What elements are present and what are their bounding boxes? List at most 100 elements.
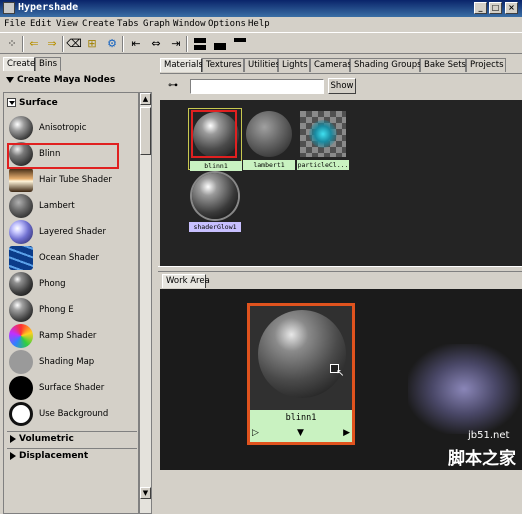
menu-window[interactable]: Window <box>173 19 206 29</box>
cursor-icon: ↖ <box>336 368 345 379</box>
section-volumetric[interactable]: Volumetric <box>7 431 137 444</box>
section-displacement-label: Displacement <box>19 451 89 461</box>
node-label-bar: blinn1 ▷ ▼ ▶ <box>250 410 352 442</box>
hypershade-window: Hypershade _ □ × File Edit View Create T… <box>0 0 522 514</box>
input-connections-icon[interactable]: ⇤ <box>128 36 144 52</box>
menu-graph[interactable]: Graph <box>143 19 170 29</box>
toolbar: ⁘ ⇐ ⇒ ⌫ ⊞ ⚙ ⇤ ⇔ ⇥ <box>0 32 522 54</box>
expand-node-icon[interactable]: ▼ <box>297 428 304 438</box>
toolbar-separator <box>62 36 64 52</box>
list-item[interactable]: Surface Shader <box>7 375 137 401</box>
menu-bar: File Edit View Create Tabs Graph Window … <box>0 17 522 32</box>
output-port-icon[interactable]: ▶ <box>343 428 350 438</box>
material-label: lambert1 <box>243 160 295 170</box>
tab-bins[interactable]: Bins <box>35 57 61 71</box>
node-list-scrollbar[interactable]: ▲ ▼ <box>139 92 152 514</box>
menu-edit[interactable]: Edit <box>30 19 52 29</box>
list-item[interactable]: Layered Shader <box>7 219 137 245</box>
menu-help[interactable]: Help <box>248 19 270 29</box>
list-item[interactable]: Phong <box>7 271 137 297</box>
layout-bottom-icon[interactable] <box>212 36 228 52</box>
watermark-text: 脚本之家 <box>448 449 516 469</box>
list-item[interactable]: Hair Tube Shader <box>7 167 137 193</box>
eraser-icon[interactable]: ⌫ <box>66 36 82 52</box>
section-surface-label: Surface <box>19 98 58 108</box>
section-volumetric-label: Volumetric <box>19 434 74 444</box>
filter-input[interactable] <box>190 79 324 94</box>
tab-lights[interactable]: Lights <box>278 58 310 72</box>
blinn1-highlight-box <box>191 110 237 158</box>
tab-create[interactable]: Create <box>3 57 35 71</box>
scroll-thumb[interactable] <box>140 107 151 155</box>
input-port-icon[interactable]: ▷ <box>252 428 259 438</box>
list-item[interactable]: Lambert <box>7 193 137 219</box>
tab-shading-groups[interactable]: Shading Groups <box>350 58 422 72</box>
list-item-label: Use Background <box>39 409 109 419</box>
toolbar-separator <box>186 36 188 52</box>
in-out-connections-icon[interactable]: ⇔ <box>148 36 164 52</box>
tab-textures[interactable]: Textures <box>202 58 244 72</box>
material-swatch-particlecloud[interactable]: particleCl... <box>296 108 350 170</box>
material-swatch-shaderglow1[interactable]: shaderGlow1 <box>188 170 242 232</box>
layout-top-icon[interactable] <box>232 36 248 52</box>
minimize-button[interactable]: _ <box>474 2 487 14</box>
blinn1-node[interactable]: ↖ blinn1 ▷ ▼ ▶ <box>247 303 355 445</box>
pane-splitter[interactable] <box>158 266 522 272</box>
ocean-shader-swatch-icon <box>9 246 33 270</box>
list-item[interactable]: Ocean Shader <box>7 245 137 271</box>
create-maya-nodes-header[interactable]: Create Maya Nodes <box>3 75 153 89</box>
network-icon[interactable]: ⚙ <box>104 36 120 52</box>
list-item[interactable]: Ramp Shader <box>7 323 137 349</box>
section-surface[interactable]: Surface <box>7 98 58 111</box>
arrow-right-icon[interactable]: ⇒ <box>44 36 60 52</box>
anisotropic-swatch-icon <box>9 116 33 140</box>
list-item[interactable]: Phong E <box>7 297 137 323</box>
list-item[interactable]: Anisotropic <box>7 115 137 141</box>
list-item[interactable]: Shading Map <box>7 349 137 375</box>
list-item-label: Lambert <box>39 201 75 211</box>
tree-toggle-icon[interactable]: ⊶ <box>168 79 184 93</box>
node-label: blinn1 <box>285 413 317 423</box>
glow-background <box>408 344 520 434</box>
maximize-button[interactable]: □ <box>489 2 502 14</box>
list-item[interactable]: Use Background <box>7 401 137 427</box>
use-background-swatch-icon <box>9 402 33 426</box>
scroll-down-icon[interactable]: ▼ <box>140 487 151 499</box>
arrow-left-icon[interactable]: ⇐ <box>26 36 42 52</box>
output-connections-icon[interactable]: ⇥ <box>168 36 184 52</box>
node-ports: ▷ ▼ ▶ <box>252 428 350 440</box>
list-item-label: Hair Tube Shader <box>39 175 112 185</box>
checker-background-icon <box>300 111 346 157</box>
move-icon[interactable]: ⁘ <box>4 36 20 52</box>
scroll-up-icon[interactable]: ▲ <box>140 93 151 105</box>
menu-tabs[interactable]: Tabs <box>117 19 139 29</box>
graph-nodes-icon[interactable]: ⊞ <box>84 36 100 52</box>
hair-tube-swatch-icon <box>9 168 33 192</box>
close-button[interactable]: × <box>505 2 518 14</box>
shading-map-swatch-icon <box>9 350 33 374</box>
window-title: Hypershade <box>18 2 79 13</box>
lambert-swatch-icon <box>9 194 33 218</box>
tab-bake-sets[interactable]: Bake Sets <box>420 58 466 72</box>
show-button[interactable]: Show <box>328 78 356 94</box>
tree-bar: ⊶ Show <box>160 73 522 99</box>
menu-create[interactable]: Create <box>82 19 115 29</box>
ramp-shader-swatch-icon <box>9 324 33 348</box>
title-bar: Hypershade _ □ × <box>0 0 522 17</box>
tab-utilities[interactable]: Utilities <box>244 58 280 72</box>
section-displacement[interactable]: Displacement <box>7 448 137 461</box>
expand-triangle-icon <box>10 434 16 443</box>
menu-options[interactable]: Options <box>208 19 246 29</box>
material-swatch-lambert1[interactable]: lambert1 <box>242 108 296 170</box>
tab-projects[interactable]: Projects <box>466 58 506 72</box>
tab-materials[interactable]: Materials <box>160 58 203 72</box>
layout-split-icon[interactable] <box>192 36 208 52</box>
tab-work-area[interactable]: Work Area <box>162 274 210 288</box>
tab-cameras[interactable]: Cameras <box>310 58 352 72</box>
lambert-swatch-icon <box>246 111 292 157</box>
top-tabs: Materials Textures Utilities Lights Came… <box>160 58 520 72</box>
list-item-label: Shading Map <box>39 357 95 367</box>
expand-triangle-icon <box>10 451 16 460</box>
menu-view[interactable]: View <box>56 19 78 29</box>
menu-file[interactable]: File <box>4 19 26 29</box>
